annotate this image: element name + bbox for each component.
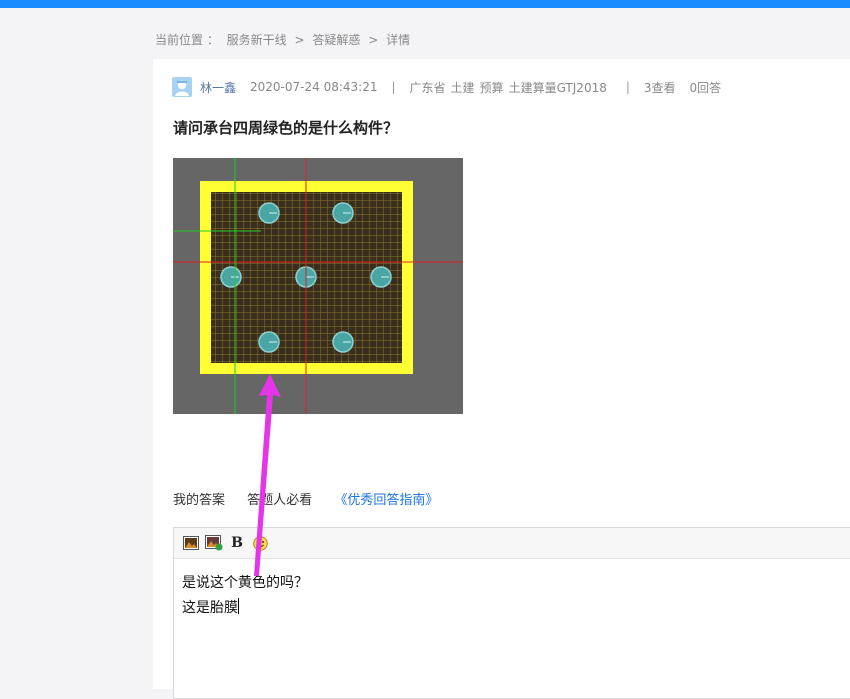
view-count: 3查看 bbox=[643, 80, 676, 95]
question-author[interactable]: 林一鑫 bbox=[200, 79, 236, 96]
question-tag[interactable]: 土建 bbox=[451, 79, 475, 96]
breadcrumb-item-qa[interactable]: 答疑解惑 bbox=[312, 33, 360, 47]
breadcrumb: 当前位置 ： 服务新干线 > 答疑解惑 > 详情 bbox=[155, 31, 414, 48]
question-title: 请问承台四周绿色的是什么构件？ bbox=[173, 119, 399, 137]
image-upload-icon bbox=[205, 535, 223, 551]
answer-count: 0回答 bbox=[689, 80, 722, 95]
editor-content[interactable]: 是说这个黄色的吗？ 这是胎膜 bbox=[174, 559, 850, 633]
question-image[interactable] bbox=[173, 158, 463, 414]
top-accent-bar bbox=[0, 0, 850, 8]
question-tag[interactable]: 预算 bbox=[480, 79, 504, 96]
answer-editor: B 是说这个黄色的吗？ 这是胎膜 bbox=[173, 527, 850, 699]
question-region: 广东省 bbox=[409, 80, 446, 95]
breadcrumb-item-detail: 详情 bbox=[386, 33, 411, 47]
editor-toolbar: B bbox=[174, 528, 850, 559]
upload-image-button[interactable] bbox=[205, 534, 223, 552]
editor-line: 这是胎膜 bbox=[182, 600, 238, 616]
image-icon bbox=[183, 536, 199, 550]
meta-divider: | bbox=[391, 80, 396, 94]
breadcrumb-separator: > bbox=[368, 33, 379, 47]
breadcrumb-label: 当前位置 ： bbox=[155, 33, 219, 47]
breadcrumb-separator: > bbox=[294, 33, 305, 47]
my-answer-label: 我的答案 bbox=[173, 493, 226, 508]
meta-divider: | bbox=[625, 80, 630, 94]
emoji-icon bbox=[252, 535, 268, 551]
question-tag[interactable]: 土建算量GTJ2018 bbox=[509, 79, 607, 96]
text-caret bbox=[238, 598, 239, 614]
insert-image-button[interactable] bbox=[182, 534, 200, 552]
question-meta: 林一鑫 2020-07-24 08:43:21 | 广东省 土建 预算 土建算量… bbox=[172, 77, 721, 97]
answer-guide-link[interactable]: 《优秀回答指南》 bbox=[334, 493, 438, 508]
must-read-label: 答题人必看 bbox=[247, 493, 313, 508]
emoji-button[interactable] bbox=[251, 534, 269, 552]
editor-line-with-caret: 这是胎膜 bbox=[182, 596, 850, 621]
question-datetime: 2020-07-24 08:43:21 bbox=[250, 80, 378, 94]
bold-button[interactable]: B bbox=[228, 534, 246, 552]
avatar[interactable] bbox=[172, 77, 192, 97]
question-card: 林一鑫 2020-07-24 08:43:21 | 广东省 土建 预算 土建算量… bbox=[153, 59, 850, 699]
answer-header: 我的答案 答题人必看 《优秀回答指南》 bbox=[173, 489, 438, 508]
editor-line: 是说这个黄色的吗？ bbox=[182, 575, 308, 591]
breadcrumb-item-service[interactable]: 服务新干线 bbox=[227, 33, 287, 47]
